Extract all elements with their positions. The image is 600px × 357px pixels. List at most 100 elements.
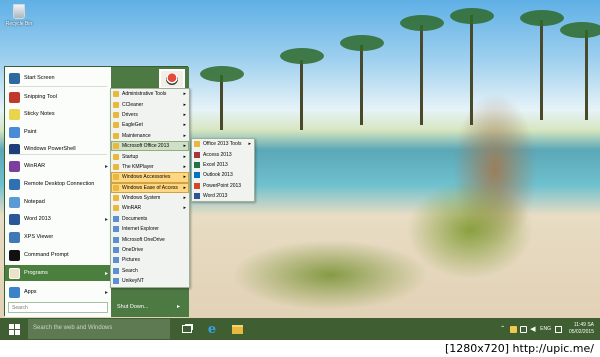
programs-menu-item-label: Internet Explorer	[122, 226, 159, 233]
programs-menu-item[interactable]: CCleaner ▸	[111, 99, 189, 109]
start-menu-item[interactable]: Paint	[5, 124, 111, 140]
recycle-bin[interactable]: Recycle Bin	[4, 4, 34, 27]
programs-menu-item[interactable]: UnikeyNT	[111, 276, 189, 286]
start-menu-item-label: Snipping Tool	[24, 94, 57, 100]
programs-button[interactable]: Programs ▸	[5, 265, 111, 281]
office-menu-item[interactable]: PowerPoint 2013	[192, 181, 254, 191]
programs-label: Programs	[24, 270, 48, 276]
taskbar-search-input[interactable]: Search the web and Windows	[28, 319, 170, 339]
user-avatar[interactable]	[159, 69, 185, 89]
programs-menu-item[interactable]: WinRAR ▸	[111, 203, 189, 213]
start-menu-item[interactable]: WinRAR ▸	[5, 158, 111, 174]
programs-menu-item[interactable]: Windows Ease of Access ▸	[111, 182, 189, 193]
submenu-arrow-icon: ▸	[104, 163, 108, 170]
file-explorer-taskbar-button[interactable]	[230, 322, 244, 336]
office-menu-item[interactable]: Access 2013	[192, 149, 254, 159]
access-icon	[194, 151, 200, 158]
chevron-up-icon[interactable]: ⌃	[500, 326, 507, 333]
start-menu-divider	[9, 86, 107, 87]
programs-menu-item-label: Maintenance	[122, 132, 151, 139]
folder-icon	[113, 163, 119, 170]
volume-icon[interactable]: ◀	[530, 326, 537, 333]
start-menu-item[interactable]: Snipping Tool	[5, 89, 111, 105]
start-menu-item-label: Notepad	[24, 199, 45, 205]
programs-menu-item[interactable]: Startup ▸	[111, 151, 189, 161]
programs-menu-item-label: Drivers	[122, 111, 138, 118]
action-center-icon[interactable]	[554, 325, 562, 333]
office-menu-item[interactable]: Excel 2013	[192, 160, 254, 170]
programs-menu-item-label: Windows Accessories	[122, 174, 171, 181]
start-menu-item[interactable]: Word 2013 ▸	[5, 211, 111, 227]
language-indicator[interactable]: ENG	[540, 326, 551, 332]
programs-menu-item[interactable]: EagleGet ▸	[111, 120, 189, 130]
programs-menu-item[interactable]: Drivers ▸	[111, 110, 189, 120]
palm-tree-trunk	[470, 15, 473, 125]
internet-explorer-icon	[113, 226, 119, 233]
submenu-arrow-icon: ▸	[183, 153, 186, 160]
office-menu-item-label: Office 2013 Tools	[203, 141, 242, 148]
start-menu-item-label: Sticky Notes	[24, 111, 55, 117]
unikey-icon	[113, 278, 119, 285]
office-menu-item-label: Access 2013	[203, 151, 232, 158]
terminal-icon	[9, 249, 20, 261]
notification-icon[interactable]	[510, 325, 518, 333]
apps-icon	[9, 286, 20, 298]
office-menu-item-label: Outlook 2013	[203, 172, 233, 179]
programs-menu-item[interactable]: Pictures	[111, 255, 189, 265]
programs-menu-item-label: The KMPlayer	[122, 163, 154, 170]
submenu-arrow-icon: ▸	[183, 174, 186, 181]
programs-menu-item[interactable]: Documents	[111, 214, 189, 224]
programs-menu-item[interactable]: Windows Accessories ▸	[111, 172, 189, 183]
submenu-arrow-icon: ▸	[183, 91, 186, 98]
programs-submenu: Administrative Tools ▸ CCleaner ▸ Drivers ▸ Ea…	[110, 88, 190, 288]
clock-date: 05/02/2015	[568, 329, 594, 335]
programs-menu-item[interactable]: The KMPlayer ▸	[111, 162, 189, 172]
scissors-icon	[9, 91, 20, 103]
programs-menu-item[interactable]: Search	[111, 266, 189, 276]
programs-menu-item-label: Startup	[122, 153, 139, 160]
programs-menu-item[interactable]: OneDrive	[111, 245, 189, 255]
programs-menu-item[interactable]: Microsoft OneDrive	[111, 234, 189, 244]
palm-tree-trunk	[360, 45, 363, 125]
start-screen-icon	[9, 72, 20, 84]
shutdown-options-arrow[interactable]: ▸	[177, 303, 180, 310]
start-menu-item[interactable]: XPS Viewer	[5, 229, 111, 245]
start-menu-item[interactable]: Notepad	[5, 194, 111, 210]
start-menu-item[interactable]: Remote Desktop Connection	[5, 176, 111, 192]
programs-menu-item[interactable]: Microsoft Office 2013 ▸	[111, 140, 189, 152]
programs-menu-item[interactable]: Internet Explorer	[111, 224, 189, 234]
start-menu-item[interactable]: Command Prompt	[5, 247, 111, 263]
start-menu-item[interactable]: Start Screen	[5, 70, 111, 86]
office-menu-item[interactable]: Outlook 2013	[192, 170, 254, 180]
word-icon	[9, 213, 20, 225]
avatar-icon	[166, 73, 178, 85]
folder-icon	[113, 122, 119, 129]
programs-menu-item[interactable]: Administrative Tools ▸	[111, 89, 189, 99]
palm-tree-trunk	[220, 75, 223, 130]
task-view-button[interactable]	[180, 322, 194, 336]
programs-menu-item-label: Windows System	[122, 195, 161, 202]
archive-icon	[9, 160, 20, 172]
apps-button[interactable]: Apps ▸	[5, 284, 111, 300]
palm-frond	[450, 8, 494, 24]
network-icon[interactable]	[520, 325, 528, 333]
submenu-arrow-icon: ▸	[104, 216, 108, 223]
folder-icon	[113, 174, 119, 181]
programs-menu-item-label: WinRAR	[122, 205, 142, 212]
pictures-icon	[113, 257, 119, 264]
palm-tree-trunk	[540, 20, 543, 120]
outlook-icon	[194, 172, 200, 179]
shutdown-button[interactable]: Shut Down...	[117, 304, 149, 310]
start-menu-item[interactable]: Sticky Notes	[5, 106, 111, 122]
clock[interactable]: 11:49 SA 05/02/2015	[569, 322, 594, 336]
programs-menu-item-label: OneDrive	[122, 247, 144, 254]
office-menu-item[interactable]: Office 2013 Tools ▸	[192, 139, 254, 149]
office-menu-item[interactable]: Word 2013	[192, 191, 254, 201]
submenu-arrow-icon: ▸	[183, 132, 186, 139]
programs-menu-item[interactable]: Windows System ▸	[111, 193, 189, 203]
internet-explorer-taskbar-button[interactable]: e	[205, 322, 219, 337]
programs-menu-item[interactable]: Maintenance ▸	[111, 131, 189, 141]
programs-menu-item-label: Pictures	[122, 257, 141, 264]
start-button[interactable]	[0, 318, 28, 340]
start-menu-search-input[interactable]: Search	[8, 302, 108, 313]
